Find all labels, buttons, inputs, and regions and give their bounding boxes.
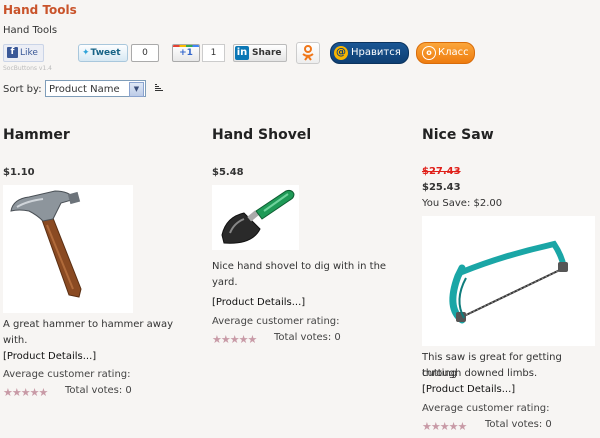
product-you-save: You Save: $2.00 (422, 198, 503, 209)
category-title: Hand Tools (3, 3, 77, 17)
product-description-line2: yard. (212, 277, 238, 288)
rating-stars-icon: ★★★★★ (212, 333, 257, 346)
rating-label: Average customer rating: (212, 316, 340, 327)
product-description-line1: Nice hand shovel to dig with in the (212, 261, 387, 272)
total-votes: Total votes: 0 (65, 385, 132, 396)
hammer-image[interactable] (3, 185, 133, 313)
hammer-icon (10, 190, 82, 298)
rating-label: Average customer rating: (422, 403, 550, 414)
odnoklassniki-icon-button[interactable] (296, 42, 320, 64)
product-name-hand-shovel[interactable]: Hand Shovel (212, 127, 311, 143)
mailru-like-label: Нравится (351, 47, 401, 58)
mailru-at-icon: @ (334, 46, 348, 60)
ok-class-icon: о (422, 46, 436, 60)
hacksaw-image[interactable] (422, 216, 595, 346)
rating-stars-icon: ★★★★★ (422, 420, 467, 433)
tweet-label: Tweet (90, 48, 121, 58)
product-details-link[interactable]: [Product Details...] (212, 297, 305, 308)
rating-label: Average customer rating: (3, 369, 131, 380)
linkedin-share-label: Share (252, 48, 282, 58)
product-description-line1: A great hammer to hammer away (3, 319, 173, 330)
linkedin-icon: in (235, 46, 249, 60)
hand-shovel-image[interactable] (212, 185, 299, 250)
socbuttons-version: SocButtons v1.4 (3, 65, 53, 72)
google-plus-one-button[interactable]: +1 (172, 44, 200, 62)
total-votes: Total votes: 0 (485, 419, 552, 430)
product-price: $25.43 (422, 182, 461, 193)
product-price: $5.48 (212, 167, 244, 178)
product-description-line2: with. (3, 335, 28, 346)
ok-class-button[interactable]: о Класс (416, 42, 475, 64)
rating-stars-icon: ★★★★★ (3, 386, 48, 399)
linkedin-share-button[interactable]: in Share (233, 44, 287, 62)
product-name-hammer[interactable]: Hammer (3, 127, 70, 143)
product-old-price: $27.43 (422, 166, 461, 177)
chevron-down-icon[interactable]: ▼ (129, 82, 144, 97)
hand-shovel-icon (221, 189, 295, 244)
product-details-link[interactable]: [Product Details...] (422, 384, 515, 395)
tweet-count: 0 (131, 44, 159, 62)
mailru-like-button[interactable]: @ Нравится (330, 42, 409, 64)
sort-selected-value: Product Name (49, 84, 120, 95)
product-description-line2: through downed limbs. (422, 368, 538, 379)
google-color-bar-icon (173, 45, 199, 47)
facebook-icon: f (7, 47, 18, 58)
product-details-link[interactable]: [Product Details...] (3, 351, 96, 362)
product-price: $1.10 (3, 167, 35, 178)
category-subtitle: Hand Tools (3, 25, 58, 36)
tweet-button[interactable]: ✦Tweet (78, 44, 128, 62)
google-plus-count: 1 (202, 44, 225, 62)
sort-select[interactable]: Product Name ▼ (45, 80, 146, 97)
sort-label: Sort by: (3, 84, 42, 95)
twitter-bird-icon: ✦ (82, 48, 90, 58)
hacksaw-icon (449, 240, 568, 324)
ok-class-label: Класс (438, 47, 469, 58)
sort-direction-icon[interactable] (155, 83, 165, 93)
odnoklassniki-icon (302, 45, 314, 61)
google-plus-label: +1 (179, 48, 193, 58)
facebook-like-label: Like (20, 48, 38, 58)
facebook-like-button[interactable]: f Like (3, 44, 44, 62)
product-name-nice-saw[interactable]: Nice Saw (422, 127, 494, 143)
total-votes: Total votes: 0 (274, 332, 341, 343)
